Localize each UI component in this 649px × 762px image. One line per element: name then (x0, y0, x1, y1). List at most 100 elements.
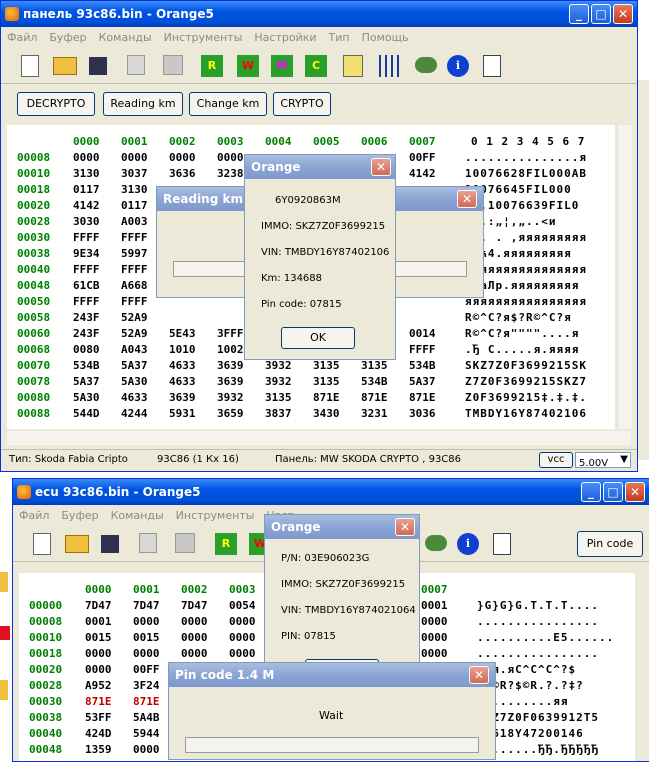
hex-cell[interactable]: 3231 (361, 407, 388, 420)
hex-cell[interactable]: 0000 (133, 647, 160, 660)
hex-cell[interactable]: 7D47 (133, 599, 160, 612)
reading-km-button[interactable]: Reading km (103, 92, 183, 116)
read-chip-icon-2[interactable]: R (215, 533, 237, 555)
hex-cell[interactable]: 3F24 (133, 679, 160, 692)
hex-cell[interactable]: 534B (73, 359, 100, 372)
hex-cell[interactable]: FFFF (121, 263, 148, 276)
ascii-cell[interactable]: ..........E5...... (477, 631, 614, 644)
clipboard-icon[interactable] (343, 55, 363, 77)
hex-cell[interactable]: 3135 (361, 359, 388, 372)
ascii-cell[interactable]: R©^C?я""""....я (465, 327, 579, 340)
save-icon[interactable] (89, 57, 107, 75)
ascii-cell[interactable]: ...............я (465, 151, 587, 164)
ecu-close-button[interactable]: ✕ (625, 482, 645, 502)
hex-cell[interactable]: 5931 (169, 407, 196, 420)
ecu-title-bar[interactable]: ecu 93c86.bin - Orange5 _ □ ✕ (13, 479, 649, 505)
change-km-button[interactable]: Change km (189, 92, 267, 116)
hex-cell[interactable]: FFFF (121, 231, 148, 244)
hex-cell[interactable]: 871E (409, 391, 436, 404)
hex-cell[interactable]: 5A37 (121, 359, 148, 372)
hex-cell[interactable]: 0000 (421, 647, 448, 660)
hex-cell[interactable]: 424D (85, 727, 112, 740)
ascii-cell[interactable]: TMBDY16Y87402106 (465, 407, 587, 420)
hex-cell[interactable]: 0000 (421, 631, 448, 644)
orange-dialog-close-button[interactable]: ✕ (371, 158, 391, 176)
hex-cell[interactable]: 4633 (121, 391, 148, 404)
hex-cell[interactable]: 5A30 (121, 375, 148, 388)
hex-cell[interactable]: 0001 (421, 599, 448, 612)
hex-cell[interactable]: 0000 (181, 615, 208, 628)
hex-cell[interactable]: 3639 (169, 391, 196, 404)
hex-cell[interactable]: 4142 (73, 199, 100, 212)
hex-cell[interactable]: 534B (361, 375, 388, 388)
hex-cell[interactable]: 871E (361, 391, 388, 404)
ascii-cell[interactable]: .Ђ C.....я.яяяя (465, 343, 579, 356)
settings-icon-2[interactable] (425, 535, 447, 551)
hex-cell[interactable]: 3135 (265, 391, 292, 404)
pin-code-close-button[interactable]: ✕ (469, 666, 489, 684)
ascii-cell[interactable]: }G}G}G.T.T.T.... (477, 599, 599, 612)
hex-cell[interactable]: 61CB (73, 279, 100, 292)
hex-cell[interactable]: 0000 (73, 151, 100, 164)
hex-cell[interactable]: 3135 (313, 375, 340, 388)
read-chip-icon[interactable]: R (201, 55, 223, 77)
hex-cell[interactable]: 5997 (121, 247, 148, 260)
compare-chip-icon[interactable]: C (305, 55, 327, 77)
voltage-select[interactable]: 5.00V ▼ (575, 452, 631, 469)
win1-menu-item[interactable]: Настройки (248, 29, 322, 44)
hex-cell[interactable]: 5A4B (133, 711, 160, 724)
hex-cell[interactable]: 871E (313, 391, 340, 404)
win1-menu-item[interactable]: Команды (93, 29, 158, 44)
hex-cell[interactable]: 3036 (409, 407, 436, 420)
hex-cell[interactable]: 3932 (217, 391, 244, 404)
hex-cell[interactable]: 0000 (229, 615, 256, 628)
document-icon[interactable] (483, 55, 501, 77)
hex-cell[interactable]: 53FF (85, 711, 112, 724)
hex-cell[interactable]: 0000 (121, 151, 148, 164)
win2-menu-item[interactable]: Файл (13, 507, 55, 522)
hex-cell[interactable]: 0000 (169, 151, 196, 164)
hex-cell[interactable]: 0014 (409, 327, 436, 340)
copy-icon-2[interactable] (139, 533, 157, 553)
win1-menu-item[interactable]: Файл (1, 29, 43, 44)
hex-cell[interactable]: 0000 (229, 631, 256, 644)
hex-cell[interactable]: 3130 (73, 167, 100, 180)
write-chip-icon[interactable]: W (237, 55, 259, 77)
hex-cell[interactable]: 3659 (217, 407, 244, 420)
horizontal-scrollbar[interactable] (7, 431, 631, 445)
ascii-cell[interactable]: Z7Z0F3699215SKZ7 (465, 375, 587, 388)
hex-cell[interactable]: 5E43 (169, 327, 196, 340)
hex-cell[interactable]: 3430 (313, 407, 340, 420)
hex-cell[interactable]: 52A9 (121, 327, 148, 340)
ascii-cell[interactable]: ................ (477, 615, 599, 628)
hex-cell[interactable]: 4142 (409, 167, 436, 180)
hex-cell[interactable]: 3130 (121, 183, 148, 196)
hex-cell[interactable]: 3636 (169, 167, 196, 180)
hex-cell[interactable]: 1010 (169, 343, 196, 356)
hex-cell[interactable]: 9E34 (73, 247, 100, 260)
hex-cell[interactable]: 3639 (217, 375, 244, 388)
hex-cell[interactable]: 0015 (133, 631, 160, 644)
hex-cell[interactable]: 7D47 (85, 599, 112, 612)
ascii-cell[interactable]: ................ (477, 647, 599, 660)
save-icon-2[interactable] (101, 535, 119, 553)
win2-menu-item[interactable]: Инструменты (170, 507, 261, 522)
hex-cell[interactable]: 3FFF (217, 327, 244, 340)
open-folder-icon-2[interactable] (65, 535, 89, 553)
crypto-button[interactable]: CRYPTO (273, 92, 331, 116)
hex-cell[interactable]: 0080 (73, 343, 100, 356)
hex-cell[interactable]: 00FF (409, 151, 436, 164)
hex-cell[interactable]: FFFF (73, 231, 100, 244)
win1-menu-item[interactable]: Тип (323, 29, 356, 44)
hex-cell[interactable]: 5A37 (73, 375, 100, 388)
minimize-button[interactable]: _ (569, 4, 589, 24)
orange-ecu-dialog-close-button[interactable]: ✕ (395, 518, 415, 536)
hex-cell[interactable]: 52A9 (121, 311, 148, 324)
hex-cell[interactable]: 0015 (85, 631, 112, 644)
hex-cell[interactable]: 5A30 (73, 391, 100, 404)
reading-km-close-button[interactable]: ✕ (457, 190, 477, 208)
ok-button[interactable]: OK (281, 327, 355, 349)
hex-cell[interactable]: 3639 (217, 359, 244, 372)
hex-cell[interactable]: 0117 (121, 199, 148, 212)
hex-cell[interactable]: 0000 (85, 663, 112, 676)
